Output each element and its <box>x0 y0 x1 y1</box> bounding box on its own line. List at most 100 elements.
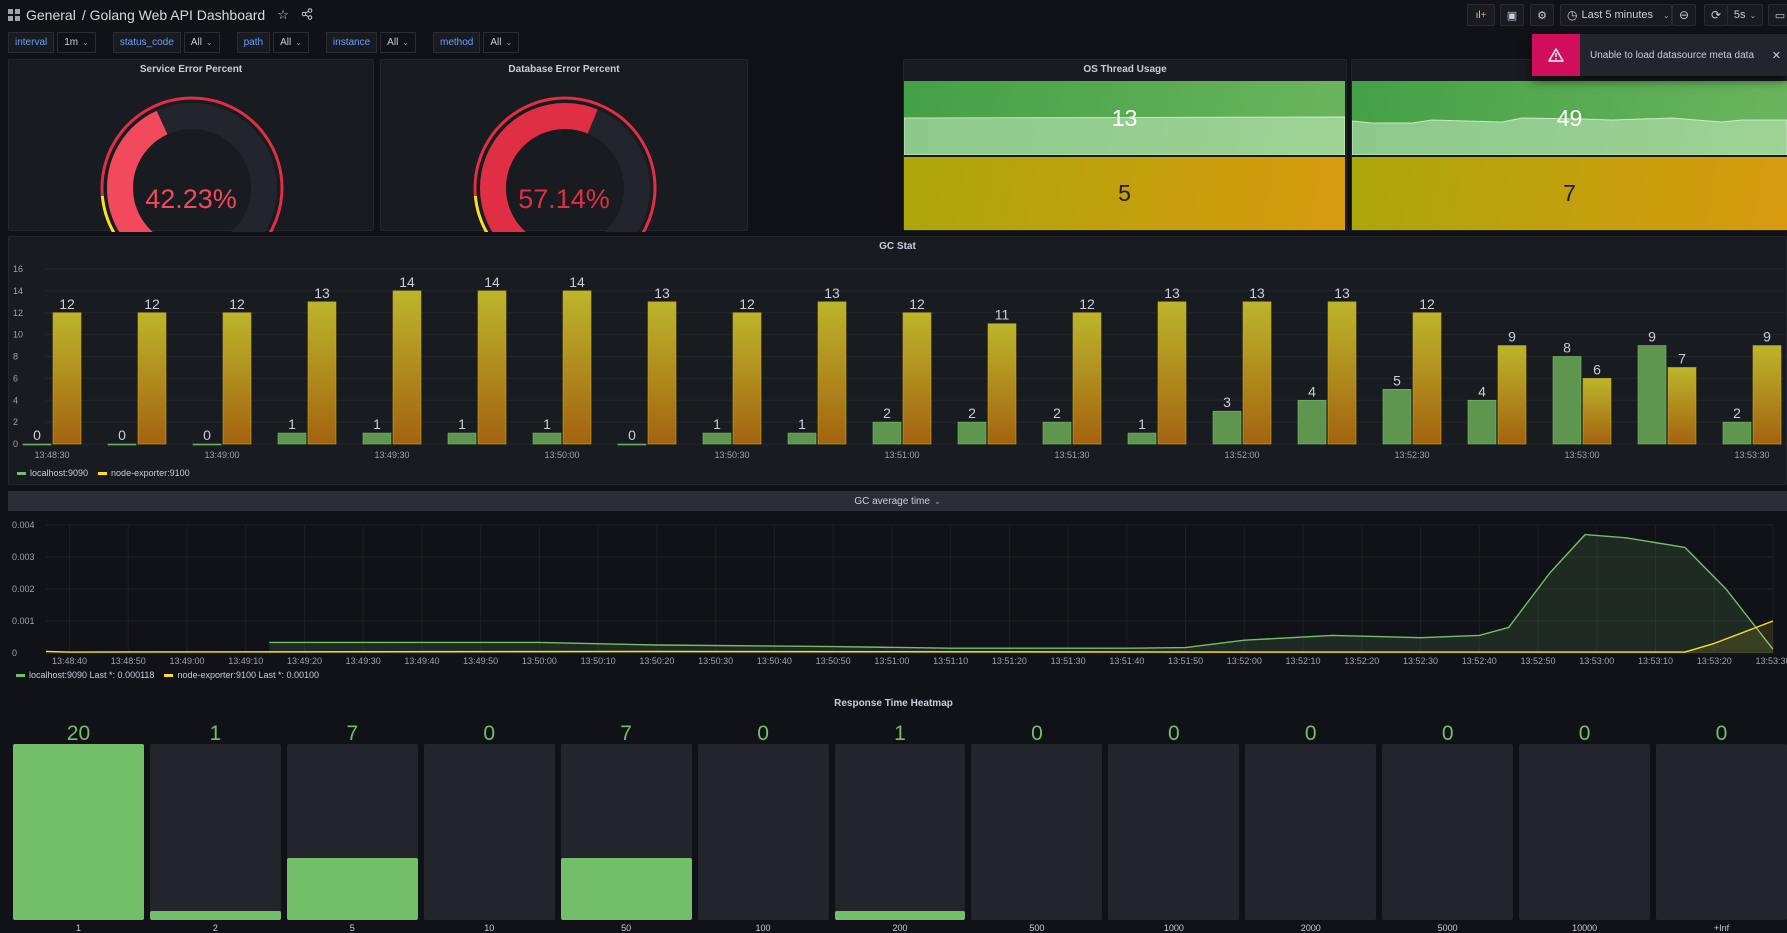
variable-select-status_code[interactable]: All ⌄ <box>183 32 220 53</box>
variable-select-interval[interactable]: 1m ⌄ <box>57 32 96 53</box>
x-tick-label: 13:48:50 <box>111 656 146 666</box>
bar-value-label: 13 <box>654 285 670 301</box>
bar-node-exporter:9100 <box>1667 367 1697 445</box>
x-tick-label: 13:50:30 <box>698 656 733 666</box>
x-tick-label: 13:51:20 <box>992 656 1027 666</box>
toast-message: Unable to load datasource meta data <box>1590 49 1754 61</box>
bar-value-label: 12 <box>739 296 755 312</box>
bar-node-exporter:9100 <box>732 312 762 445</box>
dashboards-grid-icon[interactable] <box>8 9 20 21</box>
panel-gc-average-time: 0 0.001 0.002 0.003 0.004 13:48:40 13:48:50 13:… <box>8 514 1787 686</box>
bar-value-label: 1 <box>543 416 551 432</box>
x-tick-label: 13:53:00 <box>1564 450 1599 460</box>
bar-value-label: 2 <box>883 405 891 421</box>
bucket-fill <box>286 858 418 920</box>
tv-mode-button[interactable]: ▭ <box>1768 4 1787 26</box>
bar-localhost:9090 <box>957 421 987 445</box>
variable-select-path[interactable]: All ⌄ <box>273 32 309 53</box>
bucket-count: 0 <box>483 722 496 745</box>
chart-legend: localhost:9090 node-exporter:9100 <box>17 468 190 478</box>
variable-select-instance[interactable]: All ⌄ <box>380 32 416 53</box>
variable-select-method[interactable]: All ⌄ <box>483 32 520 53</box>
bucket-track <box>834 744 966 920</box>
heatmap-bucket: 0 10000 <box>1519 694 1651 933</box>
refresh-icon: ⟳ <box>1710 8 1722 22</box>
bucket-count: 0 <box>1441 722 1454 745</box>
variable-label-instance: instance <box>325 32 378 53</box>
bar-node-exporter:9100 <box>1327 301 1357 445</box>
zoom-out-icon: ⊖ <box>1678 8 1690 22</box>
legend-item-node-exporter[interactable]: node-exporter:9100 <box>98 468 190 478</box>
bucket-track <box>1382 744 1514 920</box>
breadcrumb: General / Golang Web API Dashboard ☆ <box>8 4 313 26</box>
y-tick-label: 0 <box>12 648 17 658</box>
legend-item-localhost[interactable]: localhost:9090 <box>17 468 88 478</box>
time-picker-button[interactable]: ◷ Last 5 minutes ⌄ <box>1560 4 1672 26</box>
heatmap-bucket: 0 10 <box>423 694 555 933</box>
legend-item-localhost[interactable]: localhost:9090 Last *: 0.000118 <box>16 670 154 680</box>
bucket-label: 10 <box>484 923 495 933</box>
x-tick-label: 13:50:30 <box>714 450 749 460</box>
bar-value-label: 12 <box>1079 296 1095 312</box>
error-toast: Unable to load datasource meta data ✕ <box>1532 34 1787 76</box>
bar-node-exporter:9100 <box>902 312 932 445</box>
x-tick-label: 13:53:20 <box>1697 656 1732 666</box>
heatmap-bucket: 75 <box>286 694 418 933</box>
dashboard-settings-button[interactable]: ⚙ <box>1530 4 1554 26</box>
bar-value-label: 12 <box>909 296 925 312</box>
refresh-button[interactable]: ⟳ <box>1704 4 1728 26</box>
y-tick-label: 0.003 <box>12 552 35 562</box>
y-tick-label: 12 <box>13 308 23 318</box>
bucket-fill <box>560 858 692 920</box>
chevron-down-icon: ⌄ <box>402 38 409 47</box>
variable-value: All <box>387 37 399 48</box>
heatmap-bucket: 12 <box>149 694 281 933</box>
save-dashboard-button[interactable]: ▣ <box>1500 4 1524 26</box>
refresh-interval-picker[interactable]: 5s ⌄ <box>1727 4 1763 26</box>
refresh-interval-label: 5s <box>1733 9 1746 21</box>
bar-localhost:9090 <box>192 443 222 446</box>
bucket-track <box>971 744 1103 920</box>
time-range-label: Last 5 minutes <box>1581 9 1654 21</box>
y-tick-label: 0.001 <box>12 616 35 626</box>
x-tick-label: 13:51:30 <box>1051 656 1086 666</box>
star-icon[interactable]: ☆ <box>277 7 289 23</box>
panel-title[interactable]: OS Thread Usage <box>904 64 1346 75</box>
bar-value-label: 1 <box>373 416 381 432</box>
breadcrumb-folder[interactable]: General <box>26 7 76 23</box>
bar-value-label: 9 <box>1648 329 1656 345</box>
x-tick-label: 13:48:40 <box>52 656 87 666</box>
zoom-out-button[interactable]: ⊖ <box>1672 4 1696 26</box>
add-panel-button[interactable]: ıl+ <box>1467 4 1495 26</box>
chevron-down-icon: ⌄ <box>1663 10 1670 20</box>
heatmap-bucket: 0 +Inf <box>1656 694 1787 933</box>
x-tick-label: 13:50:20 <box>639 656 674 666</box>
x-tick-label: 13:50:00 <box>522 656 557 666</box>
bucket-track <box>1656 744 1787 920</box>
stat-tile-green: 13 <box>904 81 1345 155</box>
close-icon[interactable]: ✕ <box>1772 49 1787 62</box>
x-tick-label: 13:49:00 <box>169 656 204 666</box>
bar-value-label: 0 <box>203 427 211 443</box>
chevron-down-icon: ⌄ <box>933 496 941 506</box>
bucket-count: 7 <box>346 722 359 745</box>
bar-value-label: 1 <box>1138 416 1146 432</box>
dashboard-title[interactable]: / Golang Web API Dashboard <box>82 7 265 23</box>
legend-item-node-exporter[interactable]: node-exporter:9100 Last *: 0.00100 <box>164 670 319 680</box>
share-icon[interactable] <box>301 7 313 23</box>
bar-node-exporter:9100 <box>477 290 507 445</box>
gc-stat-chart: 0246810121416012012012113114114114013112… <box>13 264 1787 460</box>
bar-value-label: 14 <box>569 274 585 290</box>
stat-tile-green: 49 <box>1352 81 1787 155</box>
variable-value: All <box>490 37 502 48</box>
bucket-fill <box>149 911 281 920</box>
bar-node-exporter:9100 <box>562 290 592 445</box>
bar-value-label: 1 <box>288 416 296 432</box>
bar-localhost:9090 <box>447 432 477 445</box>
row-gc-average-time[interactable]: GC average time ⌄ <box>8 491 1787 511</box>
bucket-fill <box>834 911 966 920</box>
bucket-track <box>1108 744 1240 920</box>
y-tick-label: 2 <box>13 417 18 427</box>
bar-node-exporter:9100 <box>392 290 422 445</box>
bucket-label: 50 <box>621 923 632 933</box>
